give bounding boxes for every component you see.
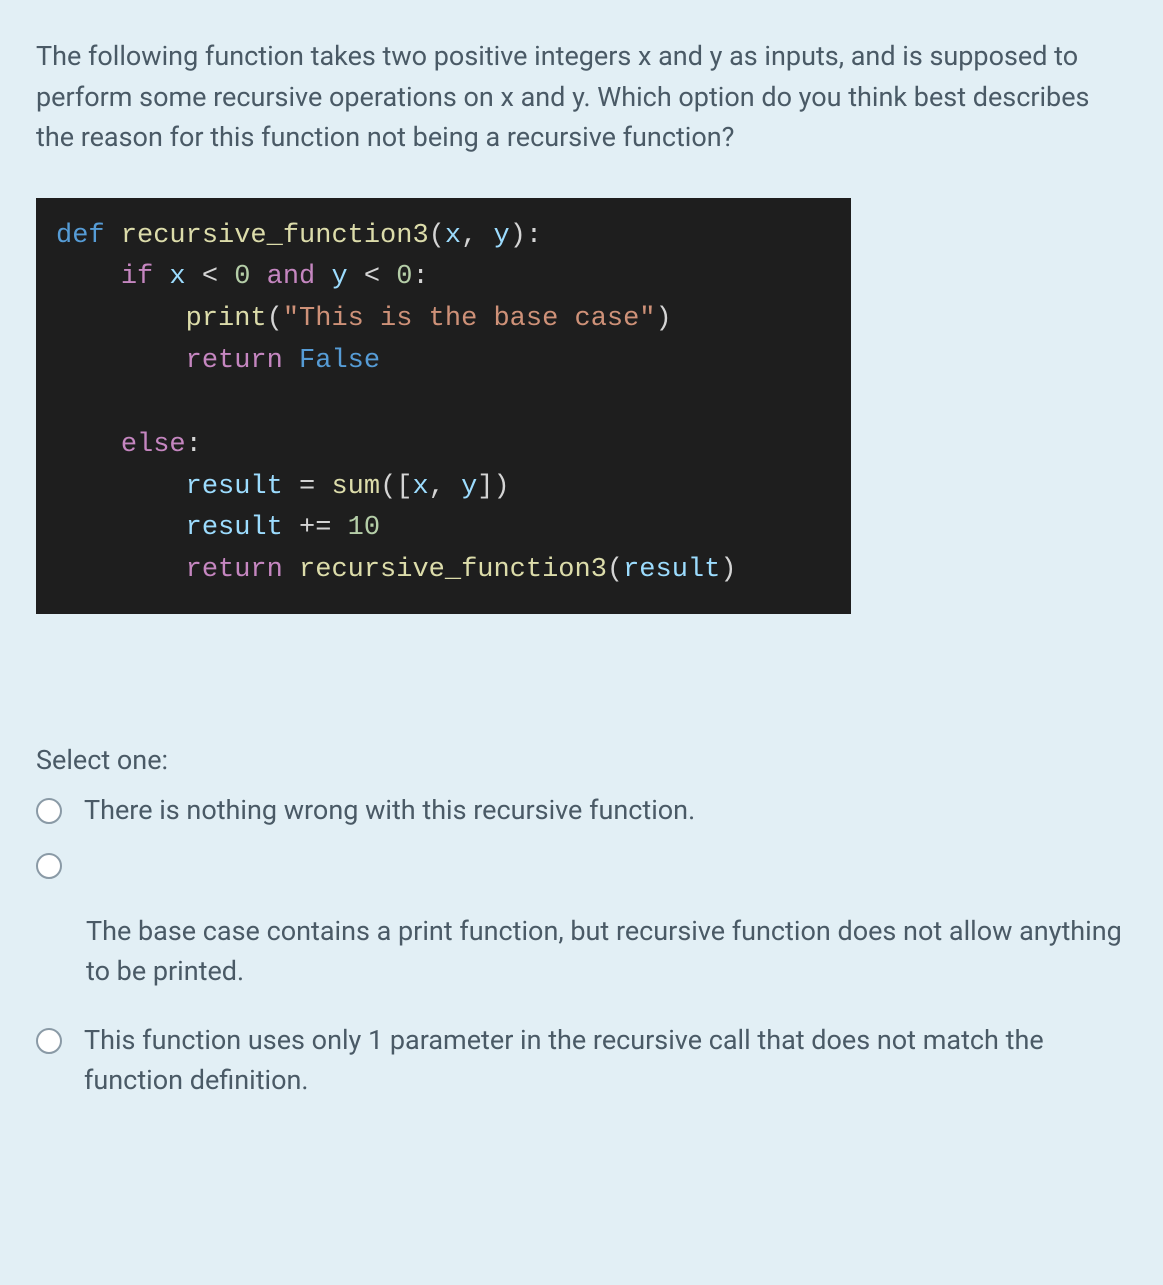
radio-icon[interactable]	[36, 1028, 62, 1054]
kw-if: if	[121, 262, 153, 292]
option-label: This function uses only 1 parameter in t…	[84, 1020, 1127, 1101]
radio-icon[interactable]	[36, 798, 62, 824]
option-3[interactable]: This function uses only 1 parameter in t…	[36, 1020, 1127, 1101]
select-prompt: Select one:	[36, 744, 1127, 776]
question-container: The following function takes two positiv…	[0, 0, 1163, 1155]
option-2-continuation: The base case contains a print function,…	[86, 911, 1127, 992]
radio-icon[interactable]	[36, 853, 62, 879]
question-text: The following function takes two positiv…	[36, 36, 1127, 158]
option-label: There is nothing wrong with this recursi…	[84, 790, 695, 831]
fn-name: recursive_function3	[121, 221, 429, 251]
kw-else: else	[121, 430, 186, 460]
kw-return: return	[186, 346, 283, 376]
kw-return2: return	[186, 555, 283, 585]
fn-sum: sum	[331, 472, 380, 502]
fn-print: print	[186, 304, 267, 334]
code-block: def recursive_function3(x, y): if x < 0 …	[36, 198, 851, 615]
kw-def: def	[56, 221, 105, 251]
option-2[interactable]	[36, 845, 1127, 879]
option-1[interactable]: There is nothing wrong with this recursi…	[36, 790, 1127, 831]
